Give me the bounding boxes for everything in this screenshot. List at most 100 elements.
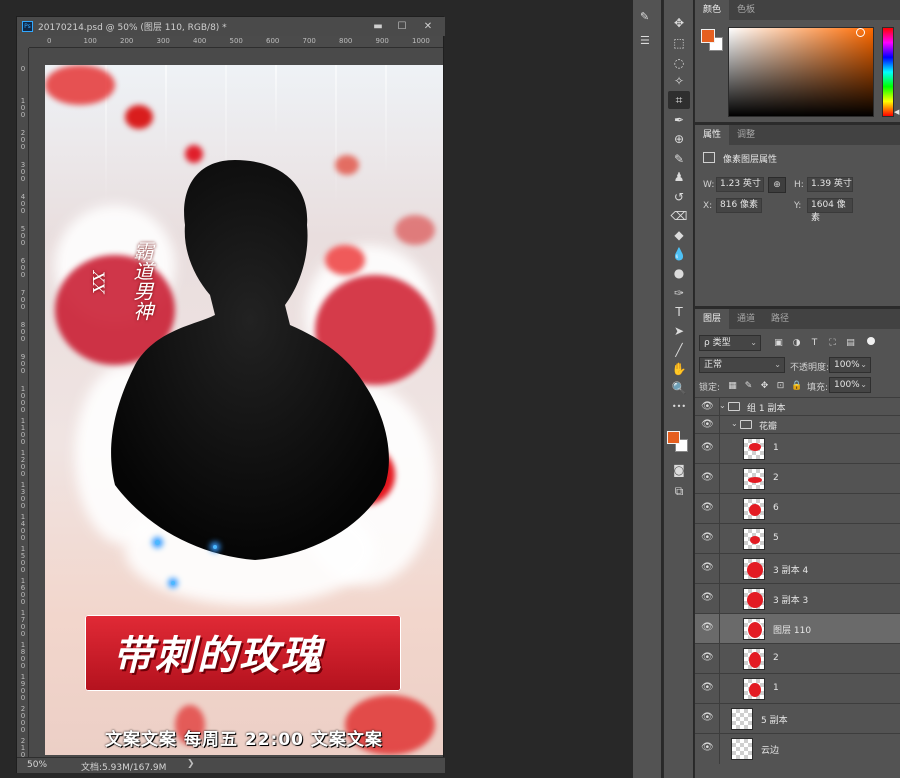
visibility-eye-icon[interactable]: 👁 xyxy=(701,472,714,484)
tab-adjustments[interactable]: 调整 xyxy=(729,125,763,145)
layer-thumbnail xyxy=(743,588,765,610)
layer-row[interactable]: 👁 2 xyxy=(695,463,900,494)
document-titlebar[interactable]: Ps 20170214.psd @ 50% (图层 110, RGB/8) * … xyxy=(17,17,445,36)
visibility-eye-icon[interactable]: 👁 xyxy=(701,592,714,604)
maximize-button[interactable]: ☐ xyxy=(391,19,413,34)
hand-tool-icon[interactable]: ✋ xyxy=(668,360,690,378)
y-field[interactable]: 1604 像素 xyxy=(807,198,853,223)
layer-filter-kind[interactable]: ρ 类型 ⌄ xyxy=(699,335,761,351)
foreground-color-swatch[interactable] xyxy=(667,431,680,444)
spot-healing-tool-icon[interactable]: ⊕ xyxy=(668,130,690,148)
opacity-field[interactable]: 100% ⌄ xyxy=(829,357,871,373)
lock-pixels-icon[interactable]: ✎ xyxy=(743,381,754,392)
layer-row[interactable]: 👁 3 副本 3 xyxy=(695,583,900,614)
ruler-corner[interactable] xyxy=(17,36,29,48)
link-dimensions-icon[interactable]: ⊕ xyxy=(768,177,786,193)
fill-field[interactable]: 100% ⌄ xyxy=(829,377,871,393)
lock-all-icon[interactable]: 🔒 xyxy=(791,381,802,392)
foreground-color-swatch[interactable] xyxy=(701,29,715,43)
magic-wand-tool-icon[interactable]: ✧ xyxy=(668,72,690,90)
visibility-eye-icon[interactable]: 👁 xyxy=(701,742,714,754)
visibility-eye-icon[interactable]: 👁 xyxy=(701,532,714,544)
layer-row[interactable]: 👁 5 xyxy=(695,523,900,554)
layer-row[interactable]: 👁 6 xyxy=(695,493,900,524)
layer-row[interactable]: 👁 云边 xyxy=(695,733,900,764)
zoom-level[interactable]: 50% xyxy=(27,760,47,770)
filter-toggle-icon[interactable] xyxy=(867,337,875,345)
screen-mode-icon[interactable]: ⧉ xyxy=(668,482,690,500)
x-field[interactable]: 816 像素 xyxy=(716,198,762,213)
layer-thumbnail xyxy=(743,618,765,640)
more-tools-icon[interactable]: ••• xyxy=(668,398,690,416)
visibility-eye-icon[interactable]: 👁 xyxy=(701,442,714,454)
canvas-area[interactable]: 霸道男神 XX 带刺的玫瑰 文案文案 每周五 22:00 文案文案 xyxy=(29,48,443,758)
adjust-sliders-icon[interactable]: ☰ xyxy=(640,34,650,47)
tab-properties[interactable]: 属性 xyxy=(695,125,730,145)
pen-tool-icon[interactable]: ✑ xyxy=(668,284,690,302)
clone-stamp-tool-icon[interactable]: ♟ xyxy=(668,168,690,186)
brush-preset-icon[interactable]: ✎ xyxy=(640,10,649,23)
paint-bucket-tool-icon[interactable]: ◆ xyxy=(668,226,690,244)
move-tool-icon[interactable]: ✥ xyxy=(668,14,690,32)
type-filter-icon[interactable]: T xyxy=(809,338,820,349)
lock-artboard-icon[interactable]: ⊡ xyxy=(775,381,786,392)
dodge-tool-icon[interactable]: ● xyxy=(668,264,690,282)
blur-tool-icon[interactable]: 💧 xyxy=(668,245,690,263)
visibility-eye-icon[interactable]: 👁 xyxy=(701,622,714,634)
hue-slider[interactable] xyxy=(882,27,894,117)
blend-mode-select[interactable]: 正常 ⌄ xyxy=(699,357,785,373)
visibility-eye-icon[interactable]: 👁 xyxy=(701,652,714,664)
line-tool-icon[interactable]: ╱ xyxy=(668,341,690,359)
poster-image[interactable]: 霸道男神 XX 带刺的玫瑰 文案文案 每周五 22:00 文案文案 xyxy=(45,65,443,755)
lock-transparency-icon[interactable]: ▦ xyxy=(727,381,738,392)
pixel-filter-icon[interactable]: ▣ xyxy=(773,338,784,349)
shape-filter-icon[interactable]: ⛶ xyxy=(827,338,838,349)
eraser-tool-icon[interactable]: ⌫ xyxy=(668,207,690,225)
brush-tool-icon[interactable]: ✎ xyxy=(668,150,690,168)
height-field[interactable]: 1.39 英寸 xyxy=(807,177,853,192)
visibility-eye-icon[interactable]: 👁 xyxy=(701,682,714,694)
visibility-eye-icon[interactable]: 👁 xyxy=(701,401,714,413)
crop-tool-icon[interactable]: ⌗ xyxy=(668,91,690,109)
layer-row[interactable]: 👁 2 xyxy=(695,643,900,674)
width-field[interactable]: 1.23 英寸 xyxy=(716,177,764,192)
color-picker-marker[interactable] xyxy=(856,28,865,37)
tab-layers[interactable]: 图层 xyxy=(695,309,730,329)
layer-row[interactable]: 👁 1 xyxy=(695,673,900,704)
lock-position-icon[interactable]: ✥ xyxy=(759,381,770,392)
horizontal-ruler[interactable]: 0 100 200 300 400 500 600 700 800 900 1000 xyxy=(29,36,443,48)
lock-label: 锁定: xyxy=(699,383,721,393)
smart-object-filter-icon[interactable]: ▤ xyxy=(845,338,856,349)
close-button[interactable]: ✕ xyxy=(417,19,439,34)
tab-swatches[interactable]: 色板 xyxy=(729,0,763,20)
chevron-down-icon[interactable]: ⌄ xyxy=(731,419,738,428)
chevron-down-icon[interactable]: ⌄ xyxy=(719,401,726,410)
layer-row[interactable]: 👁 图层 110 xyxy=(695,613,900,644)
marquee-tool-icon[interactable]: ⬚ xyxy=(668,34,690,52)
color-spectrum-field[interactable] xyxy=(728,27,874,117)
vertical-ruler[interactable]: 0 1 0 0 2 0 0 3 0 0 4 0 0 5 0 0 6 0 0 7 0 0 8 0 … xyxy=(17,48,29,766)
layer-row[interactable]: 👁 1 xyxy=(695,433,900,464)
quick-mask-icon[interactable]: ◙ xyxy=(668,461,690,479)
path-selection-tool-icon[interactable]: ➤ xyxy=(668,322,690,340)
layer-subgroup-row[interactable]: 👁 ⌄ 花瓣 xyxy=(695,415,900,434)
type-tool-icon[interactable]: T xyxy=(668,303,690,321)
visibility-eye-icon[interactable]: 👁 xyxy=(701,419,714,431)
history-brush-tool-icon[interactable]: ↺ xyxy=(668,188,690,206)
tab-paths[interactable]: 路径 xyxy=(763,309,797,329)
visibility-eye-icon[interactable]: 👁 xyxy=(701,712,714,724)
adjustment-filter-icon[interactable]: ◑ xyxy=(791,338,802,349)
lasso-tool-icon[interactable]: ◌ xyxy=(668,54,690,72)
eyedropper-tool-icon[interactable]: ✒ xyxy=(668,111,690,129)
visibility-eye-icon[interactable]: 👁 xyxy=(701,562,714,574)
layer-row[interactable]: 👁 5 副本 xyxy=(695,703,900,734)
tab-channels[interactable]: 通道 xyxy=(729,309,763,329)
tab-color[interactable]: 颜色 xyxy=(695,0,730,20)
zoom-tool-icon[interactable]: 🔍 xyxy=(668,379,690,397)
layer-group-row[interactable]: 👁 ⌄ 组 1 副本 xyxy=(695,397,900,416)
layer-row[interactable]: 👁 3 副本 4 xyxy=(695,553,900,584)
minimize-button[interactable]: ▬ xyxy=(367,19,389,34)
status-menu-arrow-icon[interactable]: ❯ xyxy=(187,759,195,769)
visibility-eye-icon[interactable]: 👁 xyxy=(701,502,714,514)
ruler-tick-label: 1 0 0 0 xyxy=(20,385,26,414)
